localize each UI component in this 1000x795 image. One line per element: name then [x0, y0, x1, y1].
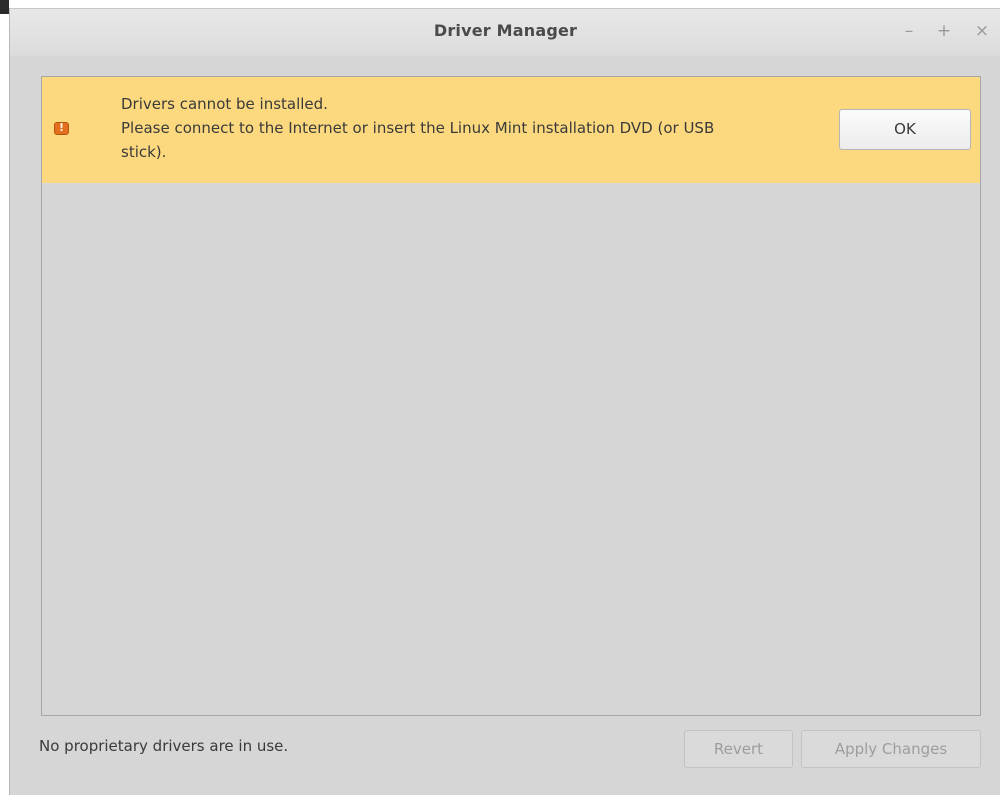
warning-line-1: Drivers cannot be installed.: [121, 95, 328, 113]
warning-infobar: ! Drivers cannot be installed. Please co…: [42, 77, 980, 183]
warning-icon: !: [54, 121, 69, 135]
minimize-button[interactable]: –: [899, 21, 919, 41]
revert-button[interactable]: Revert: [684, 730, 793, 768]
close-button[interactable]: ×: [972, 21, 992, 41]
drivers-panel: ! Drivers cannot be installed. Please co…: [41, 76, 981, 716]
titlebar[interactable]: Driver Manager – + ×: [10, 9, 1000, 56]
ok-button[interactable]: OK: [839, 109, 971, 150]
driver-manager-window: Driver Manager – + × ! Drivers cannot be…: [9, 8, 1000, 795]
warning-line-2: Please connect to the Internet or insert…: [121, 119, 715, 137]
window-corner: [0, 0, 9, 14]
window-title: Driver Manager: [433, 21, 578, 40]
warning-message: Drivers cannot be installed. Please conn…: [121, 92, 821, 164]
apply-changes-button[interactable]: Apply Changes: [801, 730, 981, 768]
maximize-button[interactable]: +: [934, 21, 954, 41]
warning-line-3: stick).: [121, 143, 167, 161]
driver-status-text: No proprietary drivers are in use.: [39, 737, 289, 755]
